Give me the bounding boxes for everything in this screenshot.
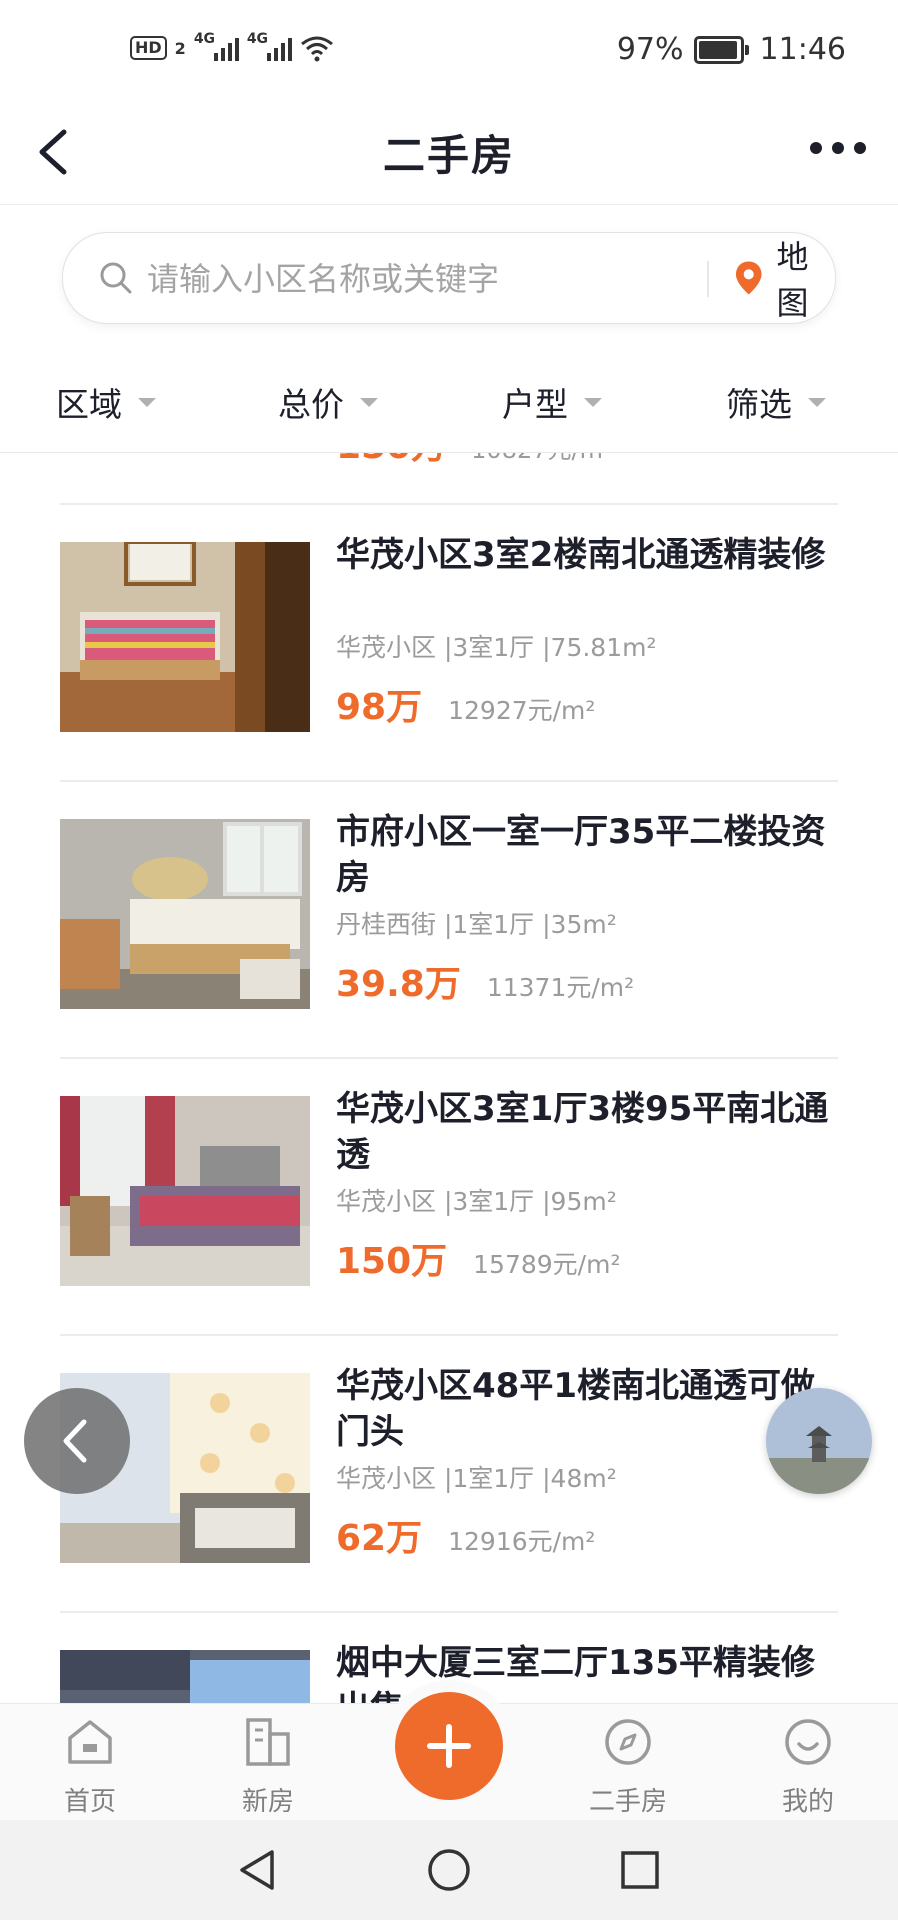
system-recents-icon[interactable] [614,1844,666,1896]
caret-down-icon [808,397,826,407]
filter-label: 户型 [502,385,568,424]
bottom-tab-bar: 首页 新房 二手房 我的 [0,1692,898,1821]
building-icon [246,1718,290,1766]
list-item[interactable]: 市府小区一室一厅35平二楼投资房 丹桂西街 |1室1厅 |35m² 39.8万 … [0,781,898,1057]
caret-down-icon [138,397,156,407]
clock: 11:46 [759,32,846,67]
map-label: 地图 [776,238,809,322]
network-type: 4G [193,31,216,47]
listing-meta: 丹桂西街 |1室1厅 |35m² [336,910,617,939]
list-item[interactable]: 华茂小区48平1楼南北通透可做门头 华茂小区 |1室1厅 |48m² 62万 1… [0,1335,898,1611]
listing-total-price: 98万 [336,687,423,728]
tab-new-homes[interactable]: 新房 [208,1716,328,1818]
listing-unit-price: 11371元/m² [486,973,635,1002]
listing-price-row: 98万 12927元/m² [336,678,595,730]
system-home-icon[interactable] [423,1844,475,1896]
listing-meta: 华茂小区 |1室1厅 |48m² [336,1464,617,1493]
system-back-icon[interactable] [232,1844,284,1896]
status-right: 97% 11:46 [617,32,846,67]
hd-badge: HD [130,36,167,60]
tab-label: 首页 [63,1787,116,1817]
partial-unit: 10827元/m² [471,453,612,464]
search-bar: 地图 [62,232,836,324]
filter-bar: 区域 总价 户型 筛选 [0,360,898,453]
listing-price-row: 62万 12916元/m² [336,1509,595,1561]
map-button[interactable]: 地图 [735,233,835,323]
tab-label: 二手房 [588,1787,667,1817]
nav-bar: 二手房 [0,100,898,205]
listing-total-price: 150万 [336,1241,448,1282]
status-bar: HD 2 4G 4G 97% 11:46 [0,0,898,100]
listing-photo [60,1096,310,1286]
filter-area[interactable]: 区域 [56,378,156,426]
filter-total-price[interactable]: 总价 [278,378,378,426]
filter-label: 筛选 [726,385,792,424]
listing-title: 华茂小区48平1楼南北通透可做门头 [336,1366,815,1452]
caret-down-icon [360,397,378,407]
tab-mine[interactable]: 我的 [748,1716,868,1818]
tab-second-hand[interactable]: 二手房 [568,1716,688,1818]
tab-label: 我的 [781,1787,834,1817]
page-title: 二手房 [382,131,515,180]
signal-icon-2: 4G [247,31,292,61]
listing-photo [60,819,310,1009]
location-pin-icon [735,261,762,295]
caret-down-icon [584,397,602,407]
tab-home[interactable]: 首页 [30,1716,150,1818]
listing-unit-price: 12927元/m² [448,696,596,725]
listing-title: 烟中大厦三室二厅135平精装修出售 [336,1643,815,1703]
partial-listing-price: 150万 10827元/m² [336,453,613,469]
tab-label: 新房 [241,1787,294,1817]
wifi-icon [300,36,333,62]
more-icon[interactable] [810,138,866,158]
listing-unit-price: 15789元/m² [473,1250,621,1279]
chevron-left-icon [63,1419,87,1463]
listing-meta: 华茂小区 |3室1厅 |95m² [336,1187,617,1216]
partial-total: 150万 [336,453,447,467]
filter-label: 区域 [56,385,122,424]
signal-icon: 4G [194,31,239,61]
list-item[interactable]: 烟中大厦三室二厅135平精装修出售 [0,1612,898,1703]
status-left: HD 2 4G 4G [130,31,334,62]
listing-total-price: 62万 [336,1518,423,1559]
search-input[interactable] [145,251,689,307]
compass-icon [605,1719,651,1765]
home-icon [68,1720,112,1764]
filter-more[interactable]: 筛选 [726,378,826,426]
battery-icon [693,35,749,64]
listing-price-row: 150万 15789元/m² [336,1232,620,1284]
listing-unit-price: 12916元/m² [448,1527,596,1556]
list-item[interactable]: 华茂小区3室1厅3楼95平南北通透 华茂小区 |3室1厅 |95m² 150万 … [0,1058,898,1334]
listing-price-row: 39.8万 11371元/m² [336,955,634,1007]
listing-list[interactable]: 150万 10827元/m² 华茂小区3室2楼南北通透精装修 华茂小区 |3室1厅… [0,453,898,1703]
network-type-2: 4G [246,31,269,47]
floating-back-button[interactable] [24,1388,130,1494]
search-divider [707,261,709,297]
list-item[interactable]: 华茂小区3室2楼南北通透精装修 华茂小区 |3室1厅 |75.81m² 98万 … [0,504,898,780]
smile-icon [785,1719,831,1765]
listing-title: 华茂小区3室2楼南北通透精装修 [336,535,826,575]
listing-meta: 华茂小区 |3室1厅 |75.81m² [336,633,657,662]
listing-title: 华茂小区3室1厅3楼95平南北通透 [336,1089,829,1175]
system-nav-bar [0,1820,898,1920]
listing-total-price: 39.8万 [336,964,461,1005]
listing-title: 市府小区一室一厅35平二楼投资房 [336,812,826,898]
floating-avatar[interactable] [766,1388,872,1494]
listing-photo [60,1650,310,1703]
filter-layout[interactable]: 户型 [502,378,602,426]
battery-percent: 97% [616,32,684,67]
search-icon [100,262,132,294]
add-button[interactable] [395,1692,503,1800]
listing-photo [60,542,310,732]
sim-number: 2 [174,38,186,58]
filter-label: 总价 [278,385,344,424]
